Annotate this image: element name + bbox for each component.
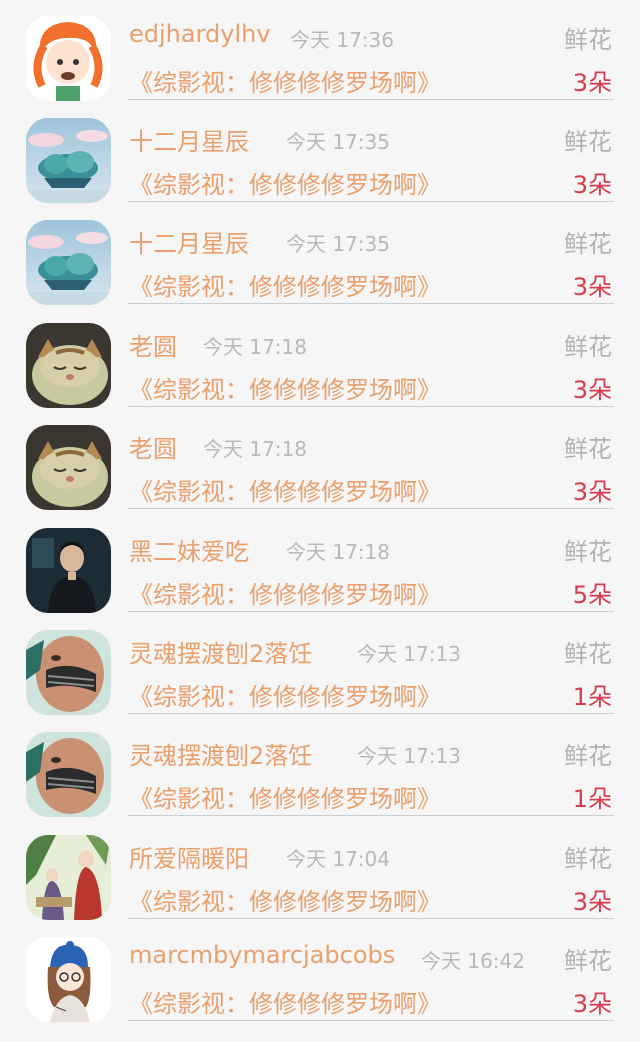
- row-divider: [128, 815, 614, 816]
- gift-type: 鲜花: [564, 742, 612, 770]
- book-title[interactable]: 《综影视：修修修修罗场啊》: [129, 677, 441, 712]
- gift-type: 鲜花: [564, 333, 612, 361]
- gift-count: 5朵: [572, 581, 612, 609]
- row-divider: [128, 406, 614, 407]
- gift-count: 3朵: [572, 376, 612, 404]
- gift-type: 鲜花: [564, 845, 612, 873]
- gift-record-row[interactable]: 黑二妹爱吃 今天 17:18 鲜花 《综影视：修修修修罗场啊》 5朵: [0, 512, 640, 615]
- book-title[interactable]: 《综影视：修修修修罗场啊》: [129, 370, 441, 405]
- username[interactable]: 老圆: [129, 429, 177, 464]
- gift-type: 鲜花: [564, 435, 612, 463]
- username[interactable]: 所爱隔暖阳: [129, 839, 249, 874]
- timestamp: 今天 17:13: [357, 642, 461, 666]
- timestamp: 今天 17:18: [203, 437, 307, 461]
- row-divider: [128, 918, 614, 919]
- username[interactable]: 十二月星辰: [129, 122, 249, 157]
- username[interactable]: 灵魂摆渡刨2落饪: [129, 634, 312, 669]
- row-divider: [128, 1020, 614, 1021]
- cartoon-girl-avatar[interactable]: [26, 16, 111, 101]
- gift-type: 鲜花: [564, 230, 612, 258]
- ancient-illustration-avatar[interactable]: [26, 835, 111, 920]
- timestamp: 今天 17:04: [286, 847, 390, 871]
- timestamp: 今天 17:35: [286, 232, 390, 256]
- timestamp: 今天 17:18: [286, 540, 390, 564]
- row-divider: [128, 611, 614, 612]
- row-divider: [128, 201, 614, 202]
- timestamp: 今天 17:36: [290, 28, 394, 52]
- gift-record-row[interactable]: 老圆 今天 17:18 鲜花 《综影视：修修修修罗场啊》 3朵: [0, 409, 640, 512]
- row-divider: [128, 713, 614, 714]
- blue-hat-girl-avatar[interactable]: [26, 937, 111, 1022]
- gift-record-row[interactable]: 灵魂摆渡刨2落饪 今天 17:13 鲜花 《综影视：修修修修罗场啊》 1朵: [0, 716, 640, 819]
- gift-record-row[interactable]: marcmbymarcjabcobs 今天 16:42 鲜花 《综影视：修修修修…: [0, 921, 640, 1024]
- timestamp: 今天 17:13: [357, 744, 461, 768]
- face-art-avatar[interactable]: [26, 732, 111, 817]
- gift-type: 鲜花: [564, 538, 612, 566]
- gift-count: 1朵: [572, 683, 612, 711]
- man-portrait-avatar[interactable]: [26, 528, 111, 613]
- gift-record-list: edjhardylhv 今天 17:36 鲜花 《综影视：修修修修罗场啊》 3朵…: [0, 0, 640, 1042]
- gift-record-row[interactable]: 十二月星辰 今天 17:35 鲜花 《综影视：修修修修罗场啊》 3朵: [0, 102, 640, 205]
- book-title[interactable]: 《综影视：修修修修罗场啊》: [129, 472, 441, 507]
- username[interactable]: 灵魂摆渡刨2落饪: [129, 736, 312, 771]
- username[interactable]: edjhardylhv: [129, 20, 271, 48]
- book-title[interactable]: 《综影视：修修修修罗场啊》: [129, 779, 441, 814]
- gift-record-row[interactable]: 十二月星辰 今天 17:35 鲜花 《综影视：修修修修罗场啊》 3朵: [0, 204, 640, 307]
- timestamp: 今天 16:42: [421, 949, 525, 973]
- gift-record-row[interactable]: 所爱隔暖阳 今天 17:04 鲜花 《综影视：修修修修罗场啊》 3朵: [0, 819, 640, 922]
- row-divider: [128, 303, 614, 304]
- row-divider: [128, 508, 614, 509]
- book-title[interactable]: 《综影视：修修修修罗场啊》: [129, 267, 441, 302]
- book-title[interactable]: 《综影视：修修修修罗场啊》: [129, 165, 441, 200]
- username[interactable]: 老圆: [129, 327, 177, 362]
- sleeping-cat-avatar[interactable]: [26, 425, 111, 510]
- gift-count: 3朵: [572, 273, 612, 301]
- gift-count: 3朵: [572, 990, 612, 1018]
- username[interactable]: marcmbymarcjabcobs: [129, 941, 395, 969]
- book-title[interactable]: 《综影视：修修修修罗场啊》: [129, 984, 441, 1019]
- timestamp: 今天 17:18: [203, 335, 307, 359]
- book-title[interactable]: 《综影视：修修修修罗场啊》: [129, 63, 441, 98]
- island-clouds-avatar[interactable]: [26, 118, 111, 203]
- username[interactable]: 黑二妹爱吃: [129, 532, 249, 567]
- username[interactable]: 十二月星辰: [129, 224, 249, 259]
- gift-type: 鲜花: [564, 640, 612, 668]
- gift-count: 3朵: [572, 69, 612, 97]
- gift-count: 3朵: [572, 478, 612, 506]
- gift-type: 鲜花: [564, 26, 612, 54]
- gift-count: 1朵: [572, 785, 612, 813]
- gift-type: 鲜花: [564, 947, 612, 975]
- row-divider: [128, 99, 614, 100]
- book-title[interactable]: 《综影视：修修修修罗场啊》: [129, 882, 441, 917]
- gift-count: 3朵: [572, 888, 612, 916]
- timestamp: 今天 17:35: [286, 130, 390, 154]
- book-title[interactable]: 《综影视：修修修修罗场啊》: [129, 575, 441, 610]
- island-clouds-avatar[interactable]: [26, 220, 111, 305]
- sleeping-cat-avatar[interactable]: [26, 323, 111, 408]
- gift-record-row[interactable]: 老圆 今天 17:18 鲜花 《综影视：修修修修罗场啊》 3朵: [0, 307, 640, 410]
- gift-record-row[interactable]: edjhardylhv 今天 17:36 鲜花 《综影视：修修修修罗场啊》 3朵: [0, 0, 640, 103]
- gift-record-row[interactable]: 灵魂摆渡刨2落饪 今天 17:13 鲜花 《综影视：修修修修罗场啊》 1朵: [0, 614, 640, 717]
- gift-count: 3朵: [572, 171, 612, 199]
- face-art-avatar[interactable]: [26, 630, 111, 715]
- gift-type: 鲜花: [564, 128, 612, 156]
